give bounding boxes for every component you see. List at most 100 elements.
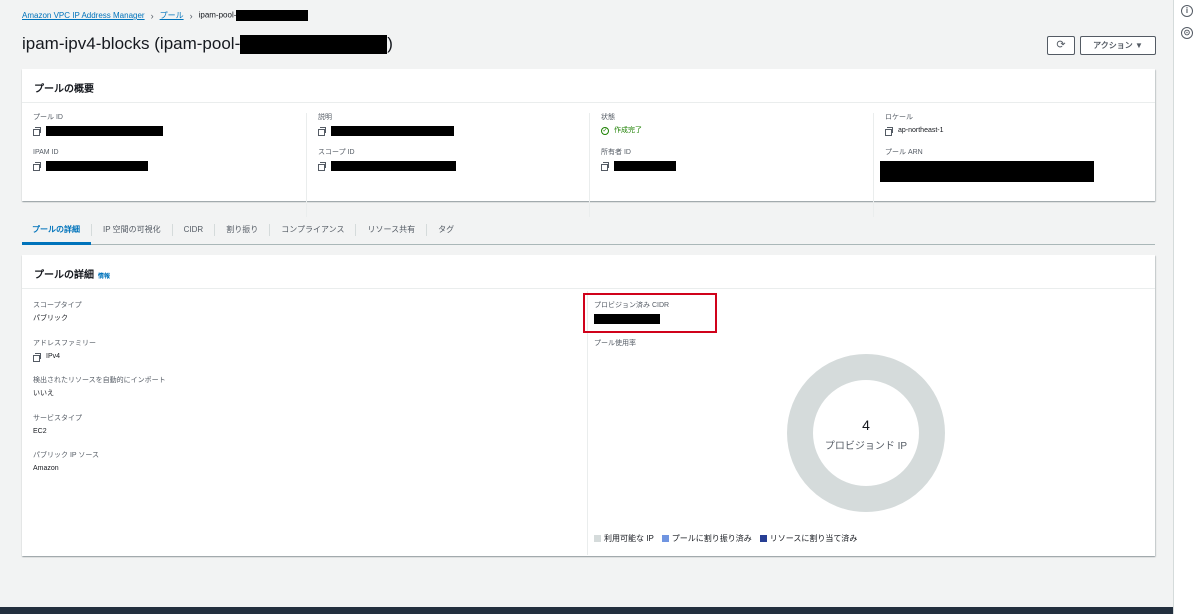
redacted-block — [331, 161, 456, 171]
scope-id-label: スコープ ID — [318, 149, 355, 156]
pool-arn-field: プール ARN — [880, 148, 1148, 182]
ipam-id-label: IPAM ID — [33, 149, 59, 156]
legend-label: 利用可能な IP — [604, 534, 654, 543]
tab-pool-details[interactable]: プールの詳細 — [22, 224, 91, 245]
breadcrumb-pools-link[interactable]: プール — [160, 10, 184, 21]
scope-id-value — [318, 161, 581, 171]
settings-icon[interactable]: ⊙ — [1181, 27, 1193, 39]
copy-icon[interactable] — [33, 352, 41, 362]
locale-label: ロケール — [885, 114, 913, 121]
breadcrumb: Amazon VPC IP Address Manager › プール › ip… — [22, 10, 309, 21]
locale-field: ロケール ap-northeast-1 — [885, 113, 1148, 136]
redacted-block — [594, 314, 660, 324]
redacted-block — [614, 161, 676, 171]
legend-assigned-to-resource[interactable]: リソースに割り当て済み — [759, 533, 858, 544]
public-ip-source-field: パブリック IP ソース Amazon — [33, 451, 573, 489]
address-family-value-text: IPv4 — [46, 352, 61, 360]
legend-label: リソースに割り当て済み — [769, 534, 858, 543]
pool-overview-panel: プールの概要 プール ID IPAM ID 説明 スコープ ID 状態 ✓ 作成… — [22, 69, 1155, 217]
legend-swatch — [594, 535, 601, 542]
page-title: ipam-ipv4-blocks (ipam-pool-) — [22, 34, 393, 54]
state-field: 状態 ✓ 作成完了 — [601, 113, 864, 136]
page-title-text: ipam-ipv4-blocks (ipam-pool- — [22, 34, 241, 53]
right-utility-bar: i ⊙ — [1173, 0, 1200, 614]
pool-tabs: プールの詳細 IP 空間の可視化 CIDR 割り振り コンプライアンス リソース… — [22, 216, 1155, 245]
refresh-icon: ⟳ — [1056, 39, 1066, 51]
redacted-block — [880, 161, 1094, 182]
redacted-block — [240, 34, 388, 54]
pool-usage-donut: 4 プロビジョンド IP — [786, 353, 946, 513]
owner-id-field: 所有者 ID — [601, 148, 864, 171]
overview-col-4: ロケール ap-northeast-1 プール ARN — [873, 113, 1148, 217]
refresh-button[interactable]: ⟳ — [1047, 36, 1075, 55]
chevron-right-icon: › — [150, 10, 154, 21]
check-circle-icon: ✓ — [601, 127, 609, 135]
info-icon[interactable]: i — [1181, 5, 1193, 17]
address-family-label: アドレスファミリー — [33, 339, 96, 347]
pool-id-label: プール ID — [33, 114, 63, 121]
details-right-column: プロビジョン済み CIDR プール使用率 4 プロビジョンド IP 利用可能な … — [583, 291, 1153, 555]
breadcrumb-current-text: ipam-pool- — [198, 10, 237, 20]
pool-arn-label: プール ARN — [885, 149, 923, 156]
tab-cidr[interactable]: CIDR — [171, 224, 215, 236]
state-value: ✓ 作成完了 — [601, 126, 864, 136]
scope-type-label: スコープタイプ — [33, 302, 82, 309]
donut-chart — [787, 354, 945, 512]
details-left-column: スコープタイプ パブリック アドレスファミリー IPv4 検出されたリソースを自… — [33, 301, 573, 489]
scope-type-field: スコープタイプ パブリック — [33, 301, 573, 339]
pool-overview-title: プールの概要 — [22, 69, 1155, 103]
breadcrumb-ipam-link[interactable]: Amazon VPC IP Address Manager — [22, 11, 145, 20]
state-label: 状態 — [601, 114, 615, 121]
tab-ip-space-visualization[interactable]: IP 空間の可視化 — [91, 224, 172, 236]
copy-icon[interactable] — [601, 162, 609, 171]
description-label: 説明 — [318, 114, 332, 121]
public-ip-source-label: パブリック IP ソース — [33, 452, 100, 459]
legend-allocated-to-pool[interactable]: プールに割り振り済み — [661, 533, 752, 544]
legend-available[interactable]: 利用可能な IP — [594, 533, 654, 544]
actions-dropdown-button[interactable]: アクション ▼ — [1080, 36, 1156, 55]
copy-icon[interactable] — [318, 162, 326, 171]
breadcrumb-current: ipam-pool- — [199, 10, 309, 21]
page-title-close: ) — [387, 34, 393, 53]
copy-icon[interactable] — [33, 127, 41, 136]
pool-id-field: プール ID — [33, 113, 308, 136]
auto-import-value: いいえ — [33, 390, 54, 397]
address-family-field: アドレスファミリー IPv4 — [33, 339, 573, 377]
pool-arn-value — [880, 161, 1148, 182]
service-type-value: EC2 — [33, 427, 47, 435]
ipam-id-field: IPAM ID — [33, 148, 308, 171]
scope-id-field: スコープ ID — [318, 148, 581, 171]
owner-id-value — [601, 161, 864, 171]
donut-center-value: 4 — [862, 417, 870, 433]
redacted-block — [236, 10, 309, 21]
locale-value: ap-northeast-1 — [885, 126, 1148, 136]
overview-col-2: 説明 スコープ ID — [306, 113, 581, 217]
tab-allocations[interactable]: 割り振り — [214, 224, 269, 236]
provisioned-cidr-field: プロビジョン済み CIDR — [594, 301, 669, 324]
copy-icon[interactable] — [885, 127, 893, 136]
donut-slice-available — [787, 354, 945, 512]
provisioned-cidr-value — [594, 314, 669, 324]
redacted-block — [331, 126, 454, 136]
ipam-id-value — [33, 161, 308, 171]
tab-tags[interactable]: タグ — [426, 224, 465, 236]
main-content: Amazon VPC IP Address Manager › プール › ip… — [0, 0, 1173, 614]
auto-import-field: 検出されたリソースを自動的にインポート いいえ — [33, 376, 573, 414]
info-link[interactable]: 情報 — [98, 274, 110, 280]
description-field: 説明 — [318, 113, 581, 136]
footer-bar — [0, 607, 1173, 614]
redacted-block — [46, 126, 163, 136]
redacted-block — [46, 161, 148, 171]
legend-swatch — [759, 535, 767, 542]
tab-resource-sharing[interactable]: リソース共有 — [355, 224, 426, 236]
tab-compliance[interactable]: コンプライアンス — [269, 224, 355, 236]
locale-value-text: ap-northeast-1 — [898, 127, 944, 134]
copy-icon[interactable] — [33, 162, 41, 171]
description-value — [318, 126, 581, 136]
pool-usage-label: プール使用率 — [594, 340, 636, 347]
provisioned-cidr-label: プロビジョン済み CIDR — [594, 302, 670, 309]
copy-icon[interactable] — [318, 127, 326, 136]
public-ip-source-value: Amazon — [33, 465, 59, 472]
overview-col-1: プール ID IPAM ID — [33, 113, 308, 217]
auto-import-label: 検出されたリソースを自動的にインポート — [33, 377, 166, 384]
